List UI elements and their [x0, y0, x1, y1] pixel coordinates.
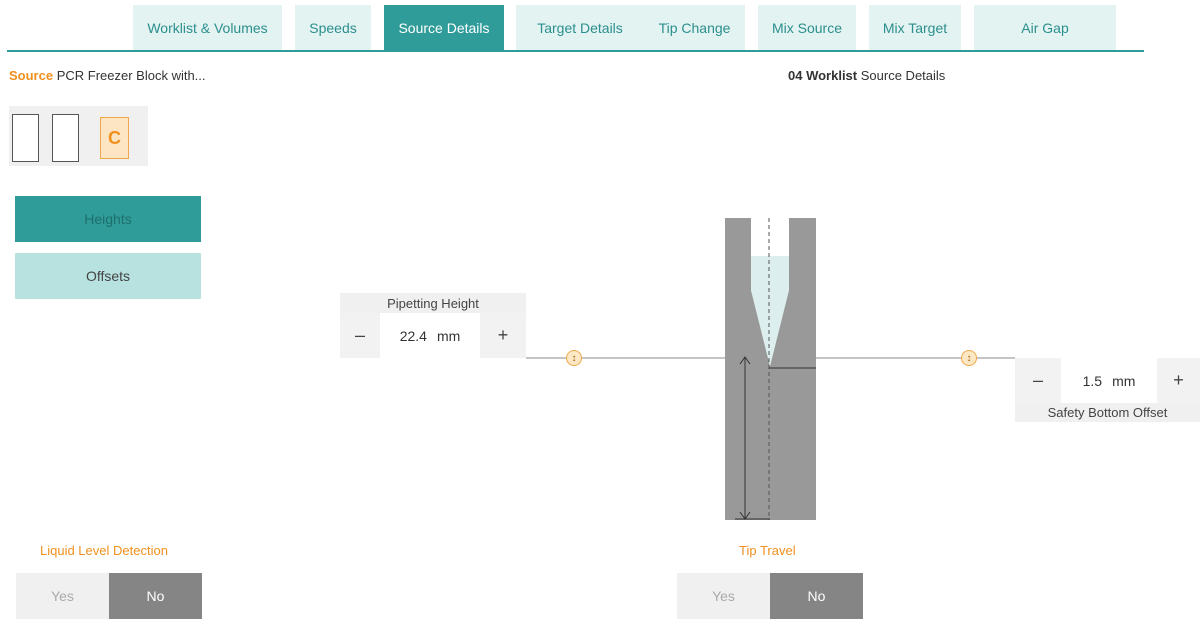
- safety-offset-drag-handle[interactable]: ↕: [961, 350, 977, 366]
- safety-bottom-offset-label: Safety Bottom Offset: [1015, 403, 1200, 422]
- safety-offset-number: 1.5: [1082, 372, 1103, 389]
- pipetting-height-drag-handle[interactable]: ↕: [566, 350, 582, 366]
- liquid-level-detection-yes-button[interactable]: Yes: [16, 573, 109, 619]
- safety-offset-decrement-button[interactable]: –: [1015, 358, 1061, 403]
- safety-offset-value[interactable]: 1.5 mm: [1061, 358, 1157, 403]
- safety-offset-unit: mm: [1112, 372, 1136, 389]
- liquid-level-detection-no-button[interactable]: No: [109, 573, 202, 619]
- safety-offset-increment-button[interactable]: +: [1157, 358, 1200, 403]
- tip-travel-yes-button[interactable]: Yes: [677, 573, 770, 619]
- safety-bottom-offset-stepper: – 1.5 mm +: [1015, 358, 1200, 403]
- tip-diagram: [526, 218, 1015, 520]
- liquid-level-detection-label: Liquid Level Detection: [40, 543, 168, 558]
- tip-travel-no-button[interactable]: No: [770, 573, 863, 619]
- tip-travel-label: Tip Travel: [739, 543, 796, 558]
